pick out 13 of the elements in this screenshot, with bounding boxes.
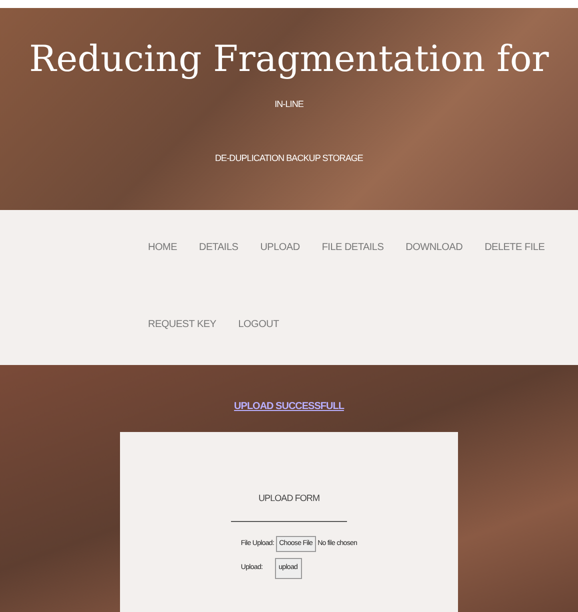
- nav-link[interactable]: DELETE FILE: [484, 240, 545, 255]
- nav-link[interactable]: UPLOAD: [260, 240, 300, 255]
- site-title: Reducing Fragmentation for: [29, 42, 549, 78]
- upload-success-link[interactable]: UPLOAD SUCCESSFULL: [234, 399, 344, 414]
- nav-link[interactable]: HOME: [148, 240, 177, 255]
- subtitle-text: DE-DUPLICATION BACKUP STORAGE: [215, 152, 363, 164]
- nav-link[interactable]: DETAILS: [199, 240, 238, 255]
- nav-link[interactable]: LOGOUT: [238, 317, 279, 332]
- form-title: UPLOAD FORM: [258, 492, 320, 505]
- subtitle-text: IN-LINE: [274, 98, 304, 111]
- nav-link[interactable]: REQUEST KEY: [148, 317, 216, 332]
- nav-link[interactable]: DOWNLOAD: [406, 240, 463, 255]
- nav-link[interactable]: FILE DETAILS: [322, 240, 384, 255]
